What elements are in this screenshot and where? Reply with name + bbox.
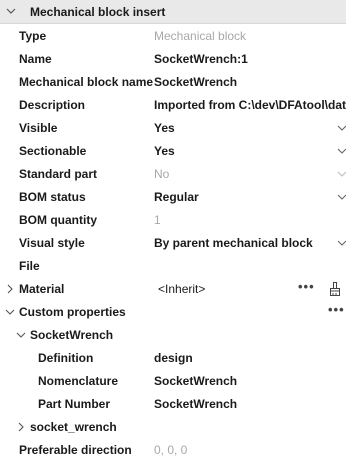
row-visible[interactable]: Visible Yes [0,117,346,140]
preferable-direction-label: Preferable direction [19,443,132,457]
visible-label: Visible [19,121,58,135]
chevron-down-icon[interactable] [4,306,16,318]
dropdown-arrow-icon[interactable] [336,145,346,157]
nomenclature-label: Nomenclature [38,374,119,388]
sectionable-label: Sectionable [19,144,87,158]
row-bom-status[interactable]: BOM status Regular [0,186,346,209]
bom-status-select[interactable]: Regular [154,190,199,204]
chevron-down-icon[interactable] [5,5,17,17]
section-header-mechanical-block-insert[interactable]: Mechanical block insert [0,0,346,24]
dropdown-arrow-icon [337,171,346,177]
row-definition: Definition design [0,347,346,370]
custom-properties-label: Custom properties [19,305,126,319]
row-nomenclature: Nomenclature SocketWrench [0,370,346,393]
material-value[interactable]: <Inherit> [158,282,205,296]
bom-status-label: BOM status [19,190,86,204]
visual-style-select[interactable]: By parent mechanical block [154,236,313,250]
preferable-direction-value: 0, 0, 0 [154,443,188,457]
mechanical-block-name-field[interactable]: SocketWrench [154,75,237,89]
dropdown-arrow-icon[interactable] [336,237,346,249]
more-options-icon[interactable]: ••• [298,279,315,294]
type-value: Mechanical block [154,29,247,43]
more-options-icon[interactable]: ••• [328,302,345,317]
row-file: File [0,255,346,278]
row-mechanical-block-name: Mechanical block name SocketWrench [0,71,346,94]
paint-brush-icon[interactable] [327,281,343,297]
type-label: Type [19,29,47,43]
chevron-right-icon[interactable] [4,283,16,295]
group-socketwrench-label: SocketWrench [30,328,114,342]
dropdown-arrow-icon[interactable] [336,191,346,203]
row-description: Description Imported from C:\dev\DFAtool… [0,94,346,117]
bom-quantity-value: 1 [154,213,161,227]
bom-quantity-label: BOM quantity [19,213,97,227]
material-label: Material [19,282,65,296]
visible-select[interactable]: Yes [154,121,175,135]
row-part-number: Part Number SocketWrench [0,393,346,416]
properties-panel: Mechanical block insert Type Mechanical … [0,0,346,465]
row-bom-quantity: BOM quantity 1 [0,209,346,232]
definition-label: Definition [38,351,94,365]
file-label: File [19,259,40,273]
description-label: Description [19,98,86,112]
row-standard-part: Standard part No [0,163,346,186]
nomenclature-field[interactable]: SocketWrench [154,374,237,388]
row-name: Name SocketWrench:1 [0,48,346,71]
definition-field[interactable]: design [154,351,193,365]
standard-part-label: Standard part [19,167,98,181]
row-preferable-direction: Preferable direction 0, 0, 0 [0,439,346,462]
description-field[interactable]: Imported from C:\dev\DFAtool\data\To [154,98,346,112]
socket-wrench-label: socket_wrench [30,420,117,434]
row-visual-style[interactable]: Visual style By parent mechanical block [0,232,346,255]
part-number-label: Part Number [38,397,111,411]
chevron-right-icon[interactable] [15,421,27,433]
chevron-down-icon[interactable] [15,329,27,341]
row-socket-wrench[interactable]: socket_wrench [0,416,346,439]
sectionable-select[interactable]: Yes [154,144,175,158]
visual-style-label: Visual style [19,236,85,250]
mechanical-block-name-label: Mechanical block name [19,75,154,89]
section-title: Mechanical block insert [30,5,166,19]
row-material[interactable]: Material <Inherit> ••• [0,278,346,301]
row-group-socketwrench[interactable]: SocketWrench [0,324,346,347]
row-sectionable[interactable]: Sectionable Yes [0,140,346,163]
row-custom-properties[interactable]: Custom properties ••• [0,301,346,324]
dropdown-arrow-icon[interactable] [336,122,346,134]
row-type: Type Mechanical block [0,25,346,48]
part-number-field[interactable]: SocketWrench [154,397,237,411]
name-label: Name [19,52,52,66]
name-field[interactable]: SocketWrench:1 [154,52,248,66]
standard-part-select: No [154,167,170,181]
